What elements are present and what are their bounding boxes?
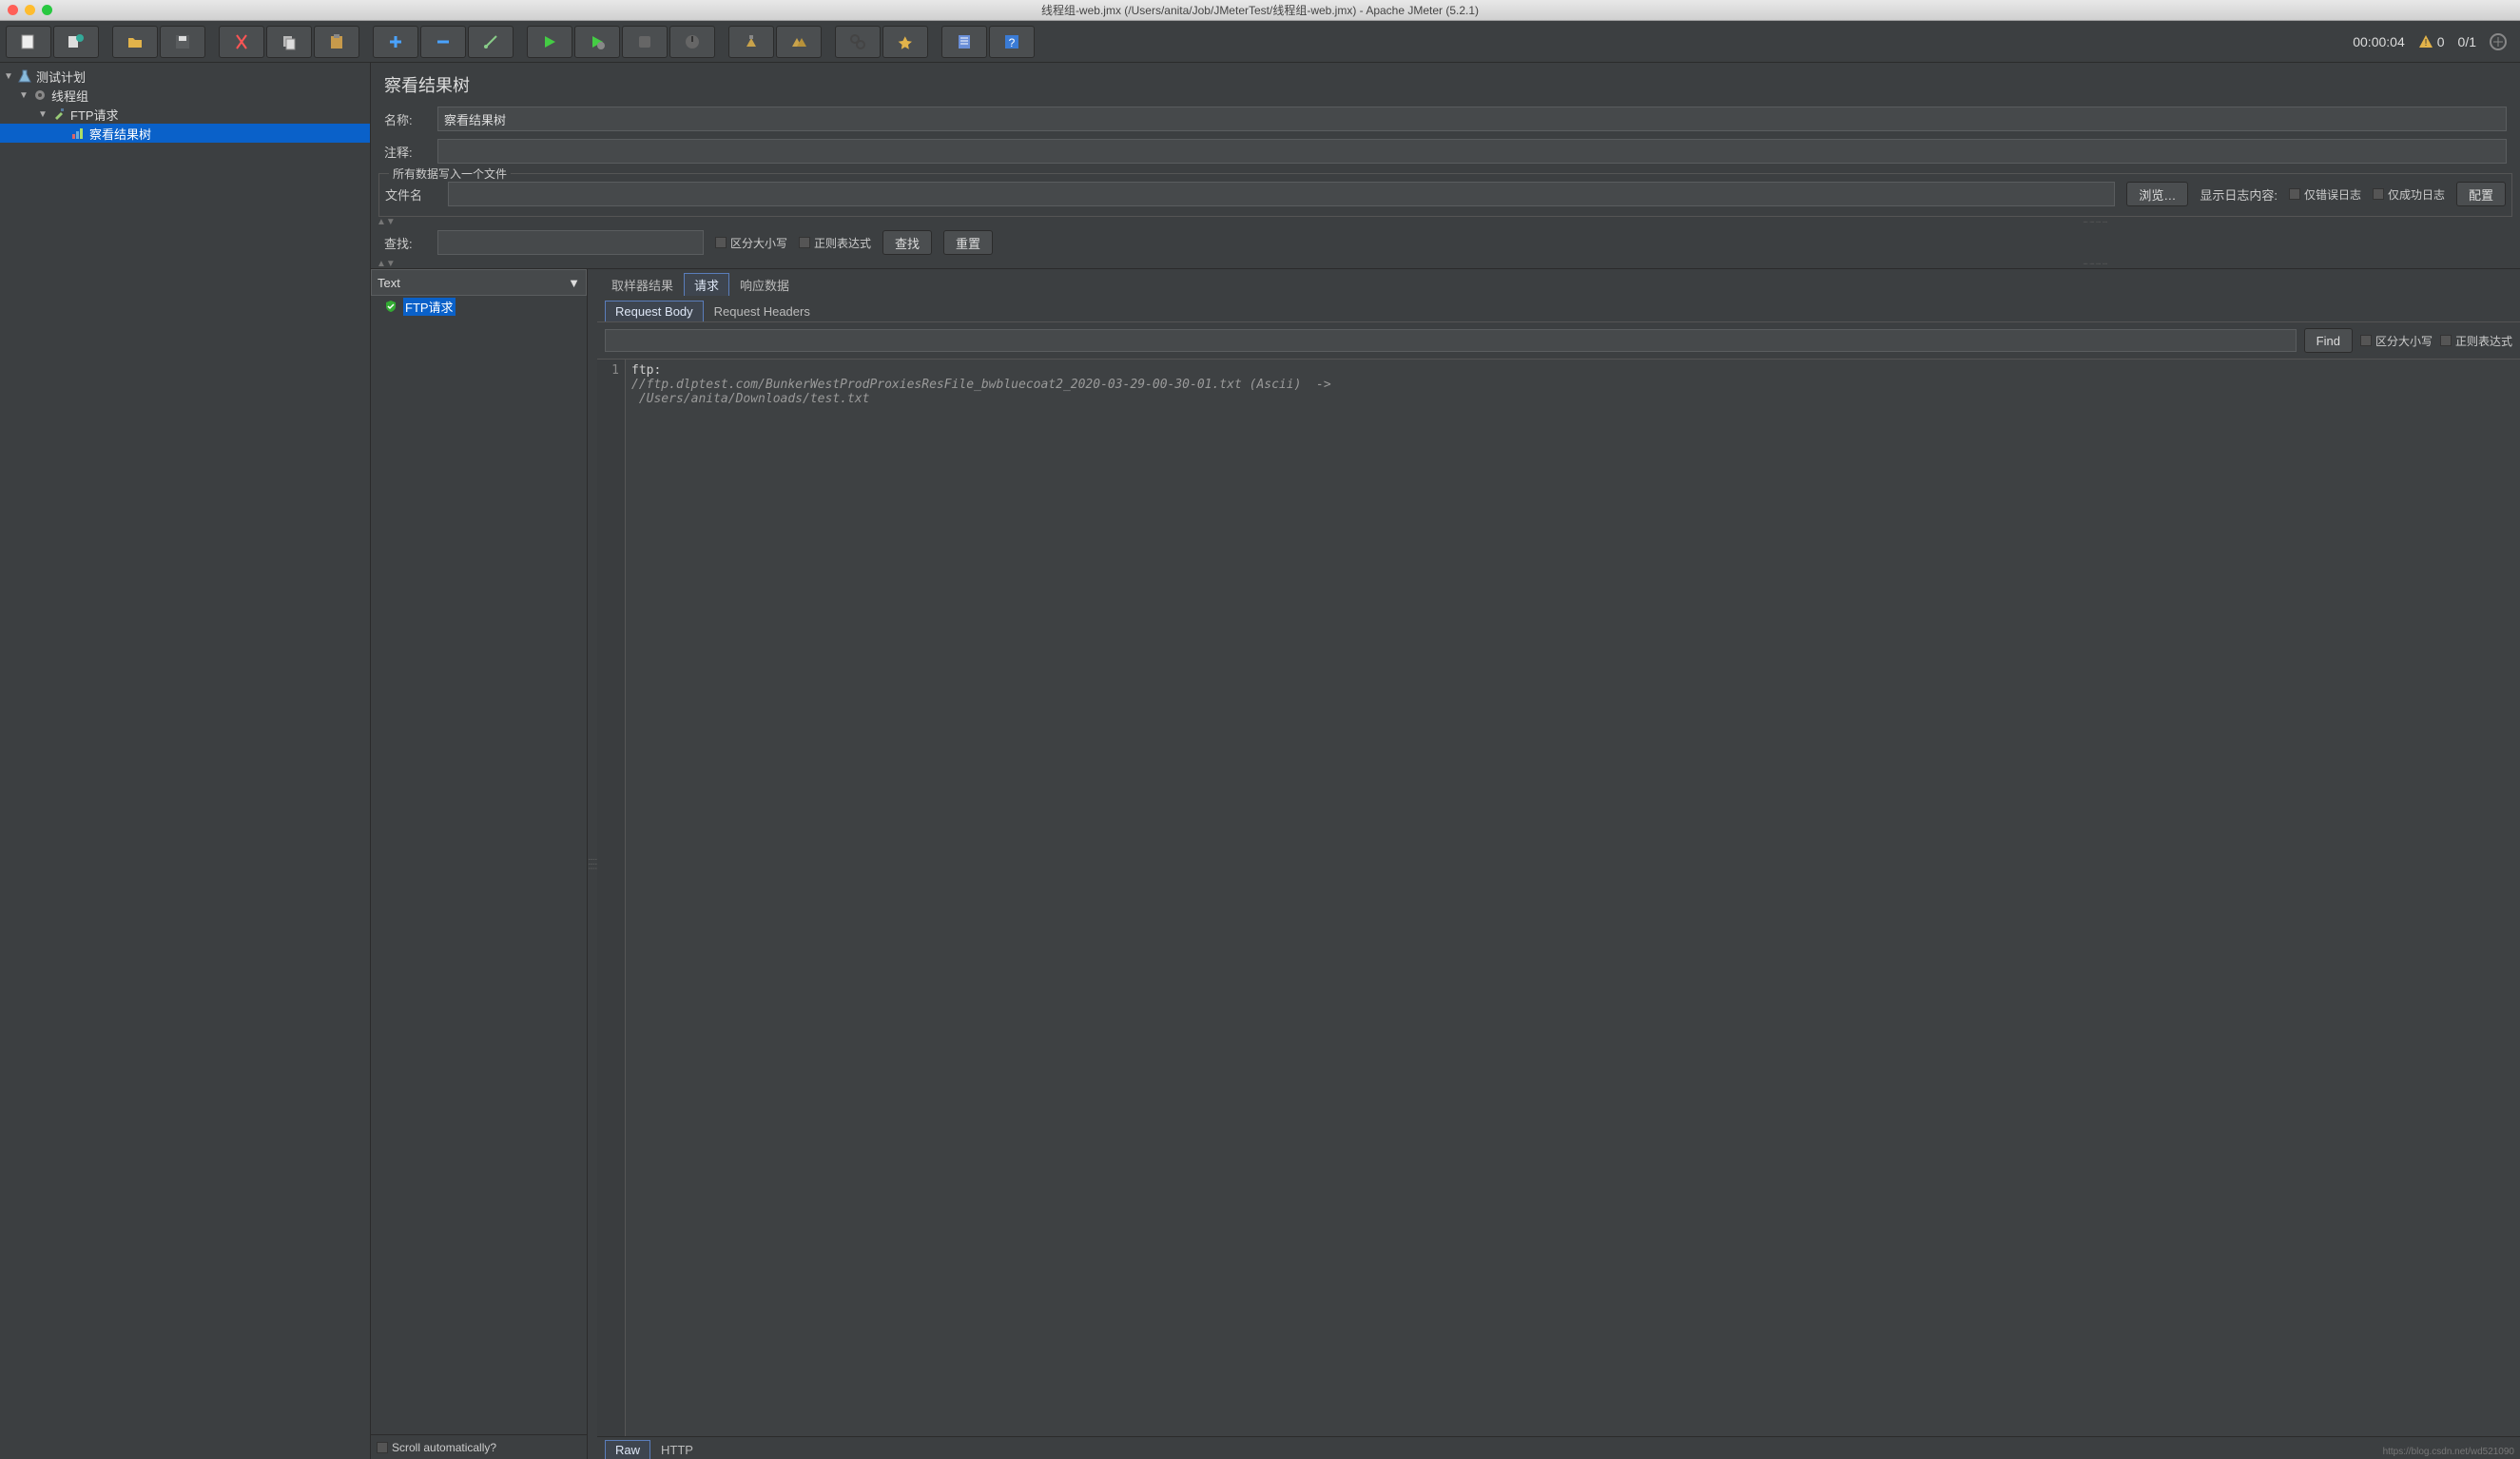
configure-button[interactable]: 配置: [2456, 182, 2506, 206]
search-label: 查找:: [384, 234, 426, 252]
window-controls[interactable]: [8, 5, 52, 15]
success-only-checkbox[interactable]: 仅成功日志: [2373, 186, 2445, 203]
request-body-view[interactable]: 1 ftp: //ftp.dlptest.com/BunkerWestProdP…: [597, 360, 2520, 1436]
save-button[interactable]: [160, 26, 205, 58]
gear-icon: [32, 88, 48, 103]
find-input[interactable]: [605, 329, 2297, 352]
sample-label: FTP请求: [403, 298, 456, 316]
shield-ok-icon: [384, 300, 397, 313]
sample-item[interactable]: FTP请求: [371, 296, 587, 317]
browse-button[interactable]: 浏览…: [2126, 182, 2188, 206]
tree-label: 察看结果树: [89, 125, 151, 143]
expand-button[interactable]: [373, 26, 418, 58]
tab-sampler-result[interactable]: 取样器结果: [601, 273, 684, 296]
samples-list[interactable]: FTP请求: [371, 296, 587, 1434]
zoom-window-icon[interactable]: [42, 5, 52, 15]
start-button[interactable]: [527, 26, 572, 58]
stop-button[interactable]: [622, 26, 668, 58]
cut-button[interactable]: [219, 26, 264, 58]
tree-label: 测试计划: [36, 68, 86, 86]
splitter-vertical[interactable]: ┊┊┊: [588, 269, 597, 1459]
case-sensitive-checkbox[interactable]: 区分大小写: [715, 235, 787, 251]
request-subtabs: Request Body Request Headers: [597, 296, 2520, 322]
copy-button[interactable]: [266, 26, 312, 58]
write-to-file-legend: 所有数据写入一个文件: [389, 165, 511, 182]
chart-icon: [70, 126, 86, 141]
show-log-label: 显示日志内容:: [2200, 185, 2278, 204]
samples-pane: Text ▼ FTP请求 Scroll automatically?: [371, 269, 588, 1459]
tab-request[interactable]: 请求: [684, 273, 729, 296]
clear-button[interactable]: [728, 26, 774, 58]
renderer-combo[interactable]: Text ▼: [371, 269, 587, 296]
panel-title: 察看结果树: [371, 63, 2520, 103]
find-case-checkbox[interactable]: 区分大小写: [2360, 333, 2433, 349]
name-label: 名称:: [384, 110, 426, 128]
flask-icon: [17, 68, 32, 84]
shutdown-button[interactable]: [669, 26, 715, 58]
search-input[interactable]: [437, 230, 704, 255]
open-button[interactable]: [112, 26, 158, 58]
chevron-down-icon: ▼: [568, 276, 580, 290]
elapsed-time: 00:00:04: [2353, 34, 2405, 49]
tab-http[interactable]: HTTP: [650, 1440, 704, 1459]
collapse-button[interactable]: [420, 26, 466, 58]
tab-request-headers[interactable]: Request Headers: [704, 301, 821, 321]
start-no-timers-button[interactable]: [574, 26, 620, 58]
find-regex-checkbox[interactable]: 正则表达式: [2440, 333, 2512, 349]
paste-button[interactable]: [314, 26, 359, 58]
code-content: ftp: //ftp.dlptest.com/BunkerWestProdPro…: [626, 360, 2520, 1436]
new-button[interactable]: [6, 26, 51, 58]
write-to-file-group: 所有数据写入一个文件 文件名 浏览… 显示日志内容: 仅错误日志 仅成功日志 配…: [378, 173, 2512, 217]
search-button[interactable]: 查找: [882, 230, 932, 255]
svg-text:!: !: [2424, 38, 2427, 49]
warning-icon: !: [2418, 34, 2433, 49]
tree-node-view-results-tree[interactable]: 察看结果树: [0, 124, 370, 143]
pipette-icon: [51, 107, 67, 122]
tab-raw[interactable]: Raw: [605, 1440, 650, 1459]
minimize-window-icon[interactable]: [25, 5, 35, 15]
reset-search-button[interactable]: [882, 26, 928, 58]
name-input[interactable]: [437, 107, 2507, 131]
warning-count: 0: [2437, 34, 2445, 49]
splitter-horizontal[interactable]: ▲▼┈┈┈┈: [371, 217, 2520, 226]
clear-all-button[interactable]: [776, 26, 822, 58]
help-button[interactable]: ?: [989, 26, 1035, 58]
tree-node-thread-group[interactable]: ▼ 线程组: [0, 86, 370, 105]
reset-button[interactable]: 重置: [943, 230, 993, 255]
tree-label: FTP请求: [70, 106, 119, 124]
window-title: 线程组-web.jmx (/Users/anita/Job/JMeterTest…: [1041, 2, 1479, 18]
tree-label: 线程组: [51, 87, 88, 105]
search-button[interactable]: [835, 26, 881, 58]
comment-input[interactable]: [437, 139, 2507, 164]
scroll-auto-checkbox[interactable]: Scroll automatically?: [377, 1441, 496, 1454]
detail-pane: 取样器结果 请求 响应数据 Request Body Request Heade…: [597, 269, 2520, 1459]
errors-only-checkbox[interactable]: 仅错误日志: [2289, 186, 2361, 203]
watermark: https://blog.csdn.net/wd521090: [2383, 1447, 2514, 1457]
expand-gui-icon[interactable]: [2490, 33, 2507, 50]
close-window-icon[interactable]: [8, 5, 18, 15]
tab-request-body[interactable]: Request Body: [605, 301, 704, 321]
comment-label: 注释:: [384, 143, 426, 161]
filename-label: 文件名: [385, 185, 436, 204]
function-helper-button[interactable]: [941, 26, 987, 58]
svg-text:?: ?: [1009, 36, 1016, 49]
view-mode-tabs: Raw HTTP: [597, 1436, 2520, 1459]
thread-count: 0/1: [2458, 34, 2476, 49]
regex-checkbox[interactable]: 正则表达式: [799, 235, 871, 251]
splitter-horizontal-2[interactable]: ▲▼┈┈┈┈: [371, 259, 2520, 268]
window-titlebar: 线程组-web.jmx (/Users/anita/Job/JMeterTest…: [0, 0, 2520, 21]
toggle-button[interactable]: [468, 26, 514, 58]
main-toolbar: ? 00:00:04 ! 0 0/1: [0, 21, 2520, 63]
test-plan-tree[interactable]: ▼ 测试计划 ▼ 线程组 ▼ FTP请求 察看结果树: [0, 63, 371, 1459]
tab-response-data[interactable]: 响应数据: [729, 273, 800, 296]
tree-node-test-plan[interactable]: ▼ 测试计划: [0, 67, 370, 86]
templates-button[interactable]: [53, 26, 99, 58]
tree-node-ftp-request[interactable]: ▼ FTP请求: [0, 105, 370, 124]
find-button[interactable]: Find: [2304, 328, 2353, 353]
filename-input[interactable]: [448, 182, 2115, 206]
line-gutter: 1: [597, 360, 626, 1436]
result-tabs: 取样器结果 请求 响应数据: [597, 269, 2520, 296]
